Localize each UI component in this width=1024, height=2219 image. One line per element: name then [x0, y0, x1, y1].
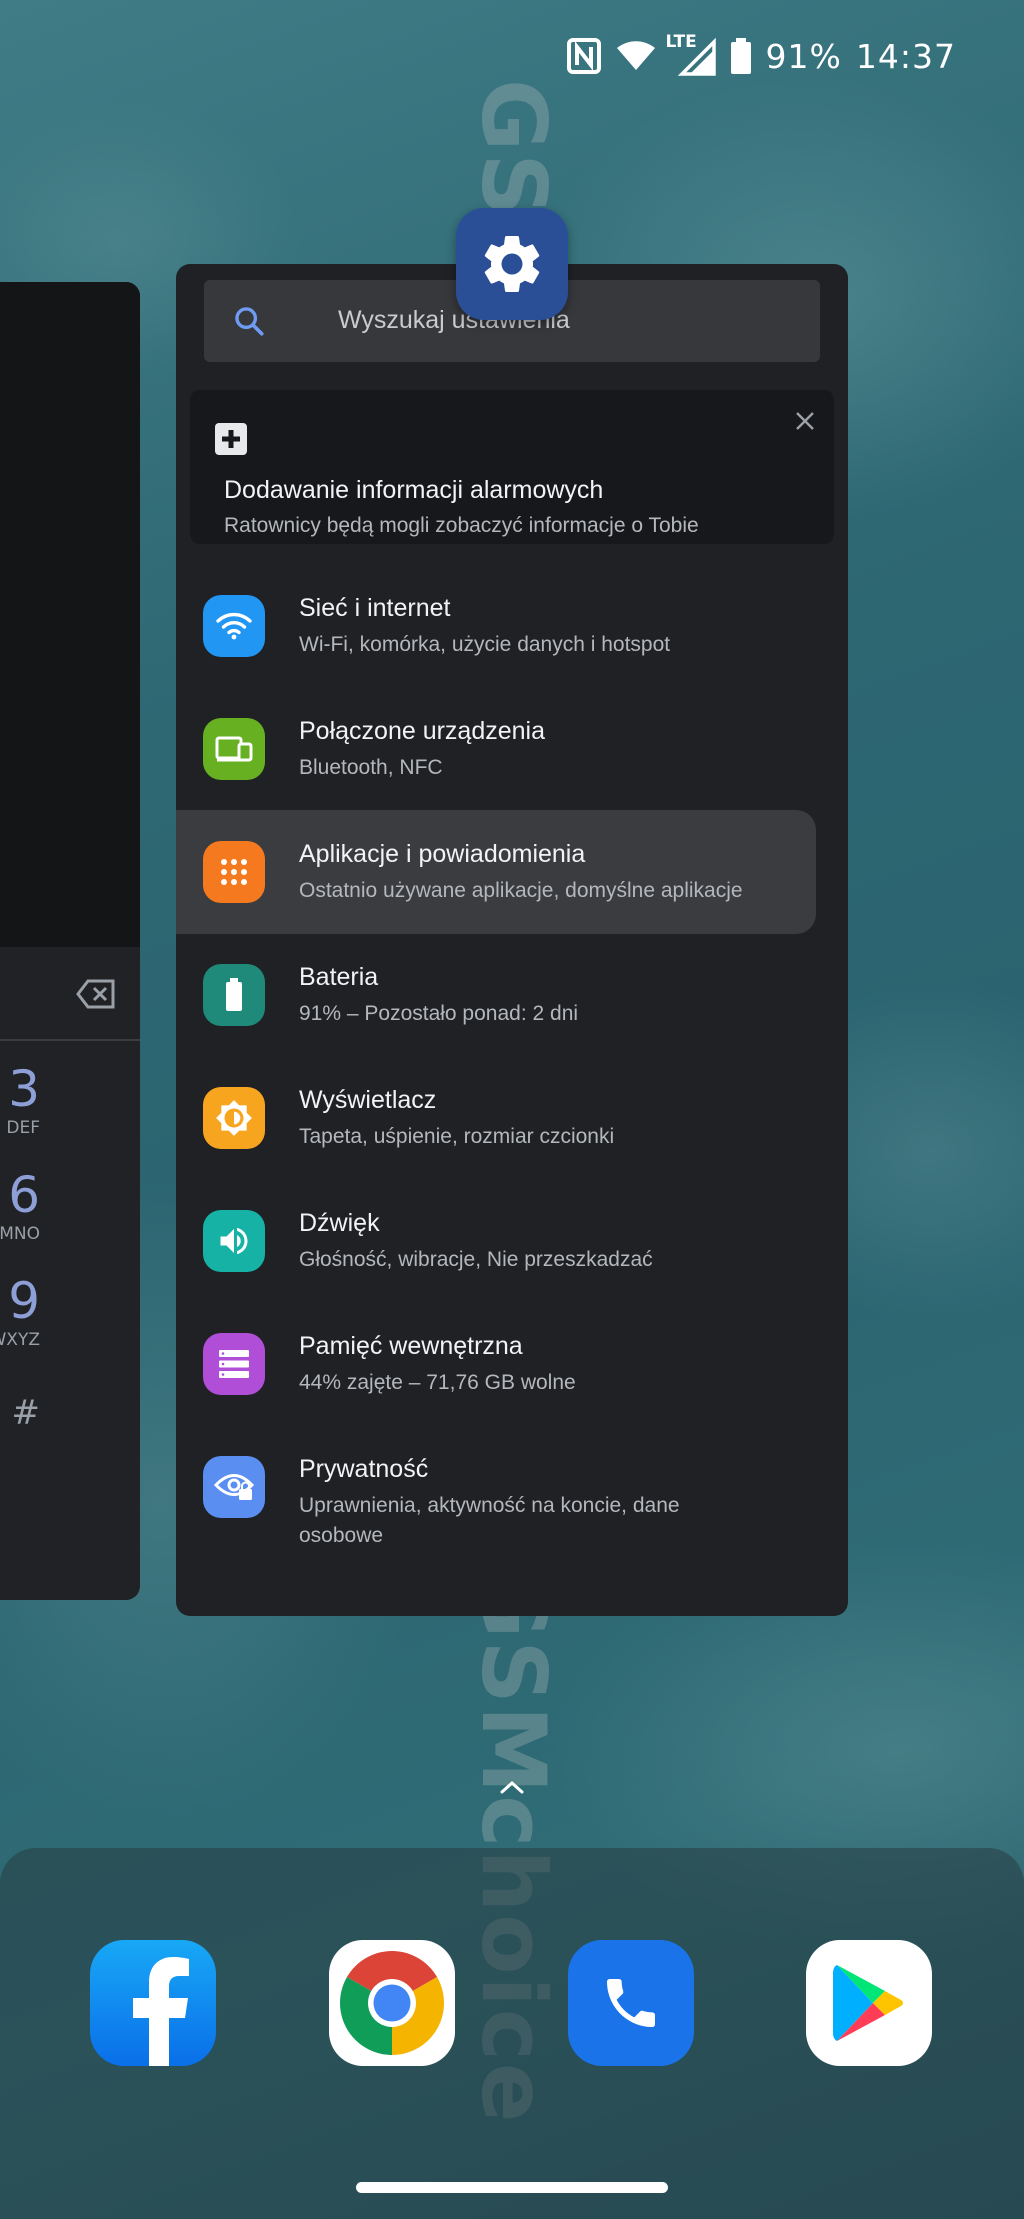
settings-item-battery[interactable]: Bateria 91% – Pozostało ponad: 2 dni: [176, 933, 848, 1057]
settings-item-sound[interactable]: Dźwięk Głośność, wibracje, Nie przeszkad…: [176, 1179, 848, 1303]
play-store-icon[interactable]: [806, 1940, 932, 2066]
dial-key-3[interactable]: 3 DEF: [0, 1064, 40, 1138]
volume-icon: [203, 1210, 265, 1272]
settings-app-icon[interactable]: [456, 208, 568, 320]
close-icon[interactable]: [794, 410, 816, 436]
backspace-icon[interactable]: [76, 979, 116, 1013]
row-subtitle: Bluetooth, NFC: [299, 756, 443, 779]
wifi-icon: [616, 40, 656, 72]
recent-app-dialer-card[interactable]: 3 DEF 6 MNO 9 WXYZ #: [0, 282, 140, 1600]
row-title: Bateria: [299, 963, 379, 991]
row-title: Prywatność: [299, 1455, 429, 1483]
search-icon: [232, 304, 266, 342]
brightness-icon: [203, 1087, 265, 1149]
settings-item-storage[interactable]: Pamięć wewnętrzna 44% zajęte – 71,76 GB …: [176, 1302, 848, 1426]
row-title: Aplikacje i powiadomienia: [299, 840, 586, 868]
nfc-icon: [566, 37, 602, 75]
divider: [0, 1039, 140, 1041]
settings-item-network[interactable]: Sieć i internet Wi-Fi, komórka, użycie d…: [176, 564, 848, 688]
storage-icon: [203, 1333, 265, 1395]
row-subtitle: Wi-Fi, komórka, użycie danych i hotspot: [299, 633, 671, 656]
dial-key-hash[interactable]: #: [0, 1396, 41, 1430]
clock: 14:37: [855, 36, 956, 76]
status-bar: LTE 91% 14:37: [0, 0, 1024, 112]
facebook-icon[interactable]: [90, 1940, 216, 2066]
emergency-info-suggestion[interactable]: Dodawanie informacji alarmowych Ratownic…: [190, 390, 834, 544]
row-title: Dźwięk: [299, 1209, 380, 1237]
battery-percent: 91%: [765, 36, 842, 76]
settings-item-display[interactable]: Wyświetlacz Tapeta, uśpienie, rozmiar cz…: [176, 1056, 848, 1180]
settings-item-connected-devices[interactable]: Połączone urządzenia Bluetooth, NFC: [176, 687, 848, 811]
settings-item-apps-notifications[interactable]: Aplikacje i powiadomienia Ostatnio używa…: [176, 810, 816, 934]
row-title: Sieć i internet: [299, 594, 451, 622]
battery-icon: [730, 37, 752, 75]
row-subtitle: Tapeta, uśpienie, rozmiar czcionki: [299, 1125, 615, 1148]
row-subtitle: Głośność, wibracje, Nie przeszkadzać: [299, 1248, 653, 1271]
dial-key-9[interactable]: 9 WXYZ: [0, 1276, 40, 1350]
row-title: Wyświetlacz: [299, 1086, 437, 1114]
recent-app-settings-card[interactable]: Wyszukaj ustawienia Dodawanie informacji…: [176, 264, 848, 1616]
chevron-up-icon[interactable]: [497, 1778, 527, 1800]
row-subtitle: 44% zajęte – 71,76 GB wolne: [299, 1371, 576, 1394]
dialer-display: [0, 282, 140, 947]
medical-plus-icon: [214, 422, 248, 460]
row-subtitle: Ostatnio używane aplikacje, domyślne apl…: [299, 879, 743, 902]
row-subtitle: 91% – Pozostało ponad: 2 dni: [299, 1002, 579, 1025]
row-title: Pamięć wewnętrzna: [299, 1332, 523, 1360]
phone-icon[interactable]: [568, 1940, 694, 2066]
settings-item-privacy[interactable]: Prywatność Uprawnienia, aktywność na kon…: [176, 1425, 848, 1575]
battery-icon: [203, 964, 265, 1026]
privacy-icon: [203, 1456, 265, 1518]
apps-icon: [203, 841, 265, 903]
gear-icon: [484, 235, 540, 292]
row-title: Połączone urządzenia: [299, 717, 545, 745]
lte-signal-icon: LTE: [666, 32, 716, 76]
suggestion-title: Dodawanie informacji alarmowych: [224, 476, 604, 504]
suggestion-subtitle: Ratownicy będą mogli zobaczyć informacje…: [224, 514, 699, 537]
devices-icon: [203, 718, 265, 780]
dial-key-6[interactable]: 6 MNO: [0, 1170, 40, 1244]
wifi-icon: [203, 595, 265, 657]
home-gesture-bar[interactable]: [356, 2182, 668, 2193]
row-subtitle: Uprawnienia, aktywność na koncie, dane o…: [299, 1494, 680, 1547]
chrome-icon[interactable]: [329, 1940, 455, 2066]
